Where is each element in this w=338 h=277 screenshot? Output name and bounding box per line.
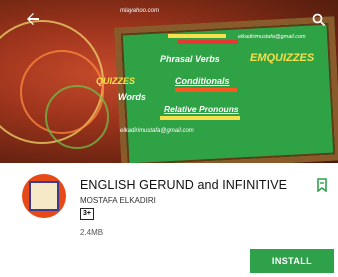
banner-conditionals: Conditionals xyxy=(175,76,230,86)
banner-email-board: elkadirimustafa@gmail.com xyxy=(238,34,306,40)
yellow-bar xyxy=(160,116,240,120)
yellow-bar xyxy=(168,34,226,38)
banner-email-bottom: elkadirimustafa@gmail.com xyxy=(120,128,194,134)
banner-email-top: mlayahoo.com xyxy=(120,8,160,14)
app-size: 2.4MB xyxy=(80,228,104,237)
banner-relative-pronouns: Relative Pronouns xyxy=(164,104,239,114)
banner-words: Words xyxy=(118,92,146,102)
app-icon xyxy=(22,174,66,218)
orange-bar xyxy=(175,88,237,92)
feature-graphic: mlayahoo.com elkadirimustafa@gmail.com P… xyxy=(0,0,338,163)
back-arrow-icon[interactable] xyxy=(22,10,44,32)
app-icon-book xyxy=(29,181,59,211)
wishlist-bookmark-icon[interactable] xyxy=(316,178,328,193)
banner-phrasal-verbs: Phrasal Verbs xyxy=(160,54,220,64)
banner-brand: EMQUIZZES xyxy=(250,52,315,64)
developer-link[interactable]: MOSTAFA ELKADIRI xyxy=(80,196,156,205)
content-rating-badge: 3+ xyxy=(80,208,94,220)
banner-quizzes: QUIZZES xyxy=(96,76,136,86)
install-button[interactable]: INSTALL xyxy=(250,249,334,273)
app-title: ENGLISH GERUND and INFINITIVE xyxy=(80,178,288,192)
search-icon[interactable] xyxy=(308,10,330,32)
red-bar xyxy=(178,40,238,44)
decorative-swirl xyxy=(45,85,109,149)
